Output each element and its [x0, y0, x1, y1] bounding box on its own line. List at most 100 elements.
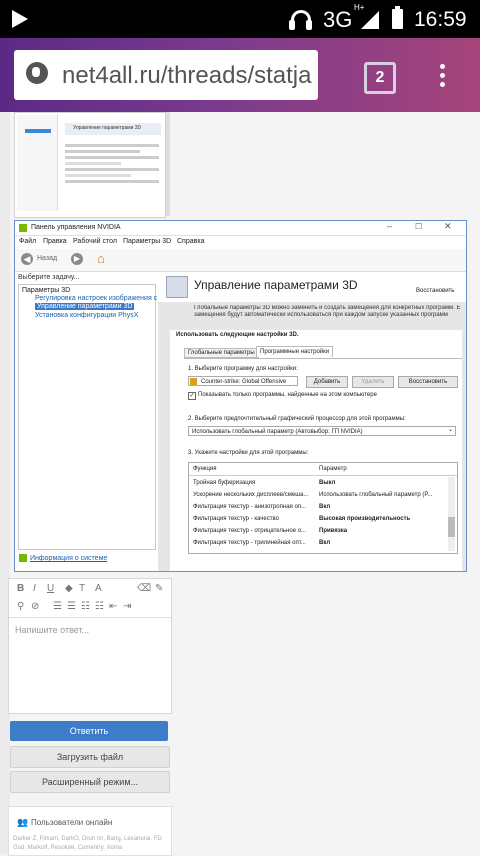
- upload-button[interactable]: Загрузить файл: [10, 746, 170, 768]
- table-row-param[interactable]: Использовать глобальный параметр (Р...: [319, 492, 432, 498]
- maximize-button[interactable]: ☐: [415, 222, 422, 231]
- task-tree: Параметры 3D Регулировка настроек изобра…: [18, 284, 167, 550]
- screenshot-thumbnail[interactable]: Управление параметрами 3D: [14, 112, 166, 218]
- forward-arrow-icon[interactable]: ▶: [71, 253, 83, 265]
- tab-global[interactable]: Глобальные параметры: [184, 348, 259, 358]
- network-type: 3G: [323, 7, 353, 32]
- settings-table: Функция Параметр Тройная буферизация Вык…: [188, 462, 458, 554]
- step2-label: 2. Выберите предпочтительный графический…: [188, 416, 406, 422]
- online-names: Darker Z, Fimam, DarkO, Drun nn, Bang, L…: [13, 836, 162, 851]
- restore-link[interactable]: Восстановить: [416, 288, 454, 294]
- reply-placeholder[interactable]: Напишите ответ...: [15, 625, 89, 635]
- content-header: Управление параметрами 3D Восстановить: [158, 272, 466, 302]
- use-settings-label: Использовать следующие настройки 3D.: [176, 332, 299, 338]
- menu-icon[interactable]: [440, 60, 445, 91]
- menu-3d[interactable]: Параметры 3D: [123, 238, 171, 245]
- bold-icon[interactable]: B: [17, 583, 24, 594]
- address-bar[interactable]: net4all.ru/threads/statja: [14, 50, 318, 100]
- table-row-function[interactable]: Ускорение нескольких дисплеев/смеша...: [193, 492, 308, 498]
- globe-icon: [26, 62, 48, 84]
- eraser-icon[interactable]: ⌫: [137, 583, 151, 594]
- unlink-icon[interactable]: ⊘: [31, 601, 39, 612]
- description: Глобальные параметры 3D можно заменить и…: [194, 305, 461, 318]
- menu-edit[interactable]: Правка: [43, 238, 67, 245]
- font-size-icon[interactable]: T: [79, 583, 85, 594]
- game-icon: [190, 378, 197, 385]
- indent-icon[interactable]: ⇥: [123, 601, 131, 612]
- table-row-param[interactable]: Выкл: [319, 480, 335, 486]
- table-row-param[interactable]: Высокая производительность: [319, 516, 410, 522]
- gpu-select[interactable]: Использовать глобальный параметр (Автовы…: [188, 426, 456, 436]
- col-param: Параметр: [319, 466, 347, 472]
- outdent-icon[interactable]: ⇤: [109, 601, 117, 612]
- tab-switcher-button[interactable]: 2: [364, 62, 396, 94]
- system-info-link[interactable]: Информация о системе: [30, 555, 107, 562]
- bullet-list-icon[interactable]: ☷: [81, 601, 90, 612]
- restore-button[interactable]: Восстановить: [398, 376, 458, 388]
- col-function: Функция: [193, 466, 217, 472]
- table-row-function[interactable]: Фильтрация текстур - отрицательное о...: [193, 528, 306, 534]
- task-pane: Выберите задачу... Параметры 3D Регулиро…: [15, 272, 167, 571]
- numbered-list-icon[interactable]: ☷: [95, 601, 104, 612]
- reply-button[interactable]: Ответить: [10, 721, 168, 741]
- close-button[interactable]: ✕: [444, 221, 452, 232]
- nvidia-window-screenshot[interactable]: Панель управления NVIDIA – ☐ ✕ Файл Прав…: [14, 220, 467, 572]
- window-titlebar: Панель управления NVIDIA – ☐ ✕: [15, 221, 466, 236]
- back-arrow-icon[interactable]: ◀: [21, 253, 33, 265]
- window-title: Панель управления NVIDIA: [31, 224, 121, 231]
- headset-left-cup: [289, 20, 295, 30]
- link-icon[interactable]: ⚲: [17, 601, 24, 612]
- back-label[interactable]: Назад: [37, 255, 57, 262]
- reply-editor: B I U ◆ T A ⌫ ✎ ⚲ ⊘ ☰ ☰ ☷ ☷ ⇤ ⇥ Напишите…: [8, 578, 172, 714]
- tab-program[interactable]: Программные настройки: [256, 346, 334, 357]
- table-row-function[interactable]: Фильтрация текстур - трилинейная опт...: [193, 540, 306, 546]
- remove-button[interactable]: Удалить: [352, 376, 394, 388]
- tree-item-image-settings[interactable]: Регулировка настроек изображения с пр: [35, 295, 167, 302]
- menu-help[interactable]: Справка: [177, 238, 204, 245]
- online-title: Пользователи онлайн: [31, 818, 113, 827]
- left-edge: [0, 112, 10, 854]
- battery-tip: [395, 6, 400, 9]
- program-select[interactable]: Counter-strike: Global Offensive: [188, 376, 298, 386]
- minimize-button[interactable]: –: [387, 221, 392, 231]
- table-row-param[interactable]: Привязка: [319, 528, 347, 534]
- italic-icon[interactable]: I: [33, 583, 36, 594]
- advanced-mode-button[interactable]: Расширенный режим...: [10, 771, 170, 793]
- table-row-function[interactable]: Фильтрация текстур - анизотропная оп...: [193, 504, 306, 510]
- gpu-select-chevron-icon[interactable]: ⌄: [448, 426, 453, 433]
- 3d-settings-icon: [166, 276, 188, 298]
- editor-toolbar: B I U ◆ T A ⌫ ✎ ⚲ ⊘ ☰ ☰ ☷ ☷ ⇤ ⇥: [9, 579, 171, 618]
- browser-toolbar: net4all.ru/threads/statja 2: [0, 38, 480, 112]
- menu-bar: Файл Правка Рабочий стол Параметры 3D Сп…: [15, 236, 466, 248]
- add-button[interactable]: Добавить: [306, 376, 348, 388]
- table-row-param[interactable]: Вкл: [319, 504, 330, 510]
- color-icon[interactable]: ◆: [65, 583, 73, 594]
- step1-label: 1. Выберите программу для настройки:: [188, 366, 298, 372]
- home-icon[interactable]: ⌂: [97, 251, 105, 266]
- tools-icon[interactable]: ✎: [155, 583, 163, 594]
- only-found-checkbox[interactable]: ✓: [188, 392, 196, 400]
- table-scrollbar[interactable]: [448, 477, 455, 551]
- font-icon[interactable]: A: [95, 583, 102, 594]
- clock: 16:59: [414, 8, 467, 31]
- tree-item-manage-3d[interactable]: Управление параметрами 3D: [35, 303, 135, 310]
- table-row-function[interactable]: Тройная буферизация: [193, 480, 255, 486]
- align-left-icon[interactable]: ☰: [53, 601, 62, 612]
- url-text: net4all.ru/threads/statja: [62, 62, 312, 89]
- thumb-divider: [166, 112, 170, 216]
- signal-icon: [361, 11, 379, 29]
- underline-icon[interactable]: U: [47, 583, 54, 594]
- tree-root[interactable]: Параметры 3D: [22, 287, 70, 294]
- users-icon: 👥: [17, 817, 29, 827]
- table-row-param[interactable]: Вкл: [319, 540, 330, 546]
- header-divider: [189, 475, 457, 476]
- menu-desktop[interactable]: Рабочий стол: [73, 238, 117, 245]
- menu-file[interactable]: Файл: [19, 238, 36, 245]
- align-center-icon[interactable]: ☰: [67, 601, 76, 612]
- table-row-function[interactable]: Фильтрация текстур - качество: [193, 516, 279, 522]
- nvidia-logo-icon: [19, 224, 27, 232]
- online-users-block: 👥 Пользователи онлайн Darker Z, Fimam, D…: [8, 806, 172, 856]
- content-title: Управление параметрами 3D: [194, 278, 358, 292]
- tree-item-physx[interactable]: Установка конфигурации PhysX: [35, 312, 138, 319]
- thumb-sidebar: [17, 115, 58, 211]
